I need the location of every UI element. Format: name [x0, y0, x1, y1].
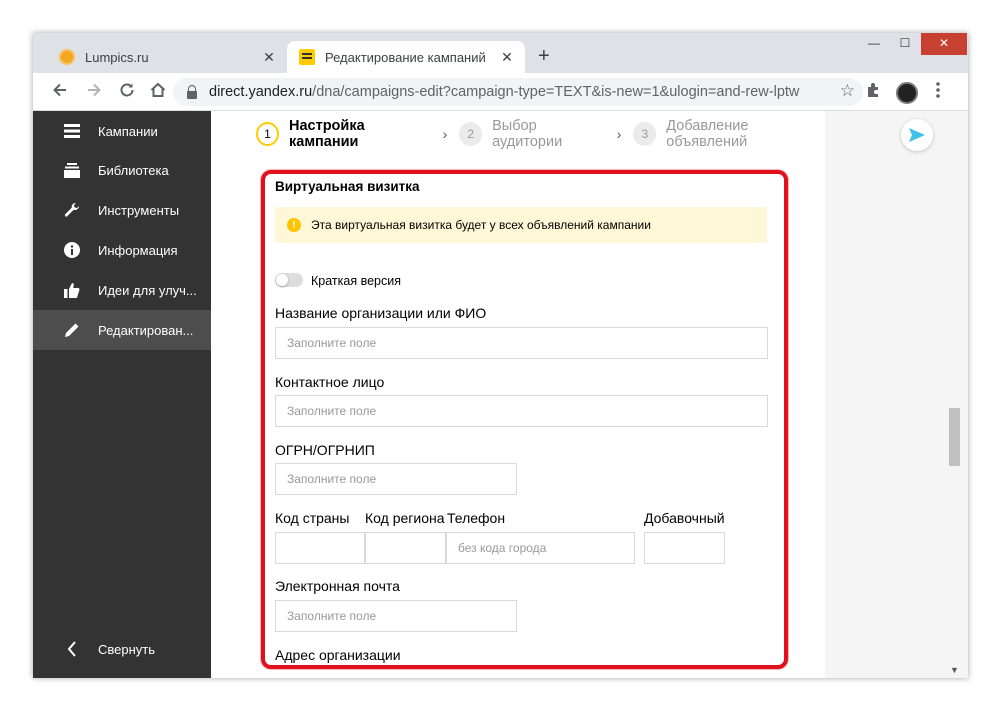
send-icon	[909, 128, 925, 142]
email-input[interactable]	[275, 600, 517, 632]
country-code-label: Код страны	[275, 510, 350, 526]
home-icon[interactable]	[149, 81, 167, 104]
collapse-label: Свернуть	[98, 641, 156, 657]
url-host: direct.yandex.ru	[209, 84, 313, 100]
org-name-input[interactable]	[275, 327, 768, 359]
forward-arrow-icon[interactable]	[85, 81, 103, 104]
library-icon	[63, 161, 81, 179]
scrollbar-thumb[interactable]	[949, 408, 960, 466]
step-1-label[interactable]: Настройка кампании	[289, 118, 431, 150]
address-bar[interactable]: direct.yandex.ru /dna/campaigns-edit?cam…	[173, 78, 863, 106]
step-3-number: 3	[633, 122, 657, 146]
close-tab-icon[interactable]: ✕	[259, 49, 279, 66]
sidebar-collapse-button[interactable]: Свернуть	[33, 629, 211, 669]
yandex-direct-favicon-icon	[299, 49, 315, 65]
tab-title: Lumpics.ru	[85, 49, 149, 65]
browser-window: Lumpics.ru ✕ Редактирование кампаний ✕ +…	[33, 33, 968, 678]
section-title: Виртуальная визитка	[275, 179, 420, 194]
pencil-icon	[63, 321, 81, 339]
phone-label: Телефон	[447, 510, 506, 526]
short-version-label: Краткая версия	[311, 274, 401, 288]
minimize-button[interactable]: —	[859, 33, 889, 55]
region-code-input[interactable]	[365, 532, 446, 564]
sidebar-item-campaigns[interactable]: Кампании	[33, 111, 211, 151]
step-1-number: 1	[256, 122, 279, 146]
profile-avatar[interactable]	[896, 82, 918, 104]
reload-icon[interactable]	[118, 81, 136, 104]
stepper: 1 Настройка кампании › 2 Выбор аудитории…	[211, 111, 825, 157]
sidebar-item-ideas[interactable]: Идеи для улуч...	[33, 270, 211, 310]
extension-input[interactable]	[644, 532, 725, 564]
chevron-right-icon: ›	[442, 126, 448, 142]
lock-icon	[187, 85, 197, 99]
extension-label: Добавочный	[644, 510, 725, 526]
sidebar-item-edit[interactable]: Редактирован...	[33, 310, 211, 350]
notice-text: Эта виртуальная визитка будет у всех объ…	[311, 218, 651, 232]
step-3-label[interactable]: Добавление объявлений	[666, 118, 825, 150]
phone-input[interactable]	[446, 532, 635, 564]
warning-icon: !	[287, 218, 301, 232]
contact-person-input[interactable]	[275, 395, 768, 427]
country-code-input[interactable]	[275, 532, 365, 564]
sidebar-item-library[interactable]: Библиотека	[33, 150, 211, 190]
tab-direct[interactable]: Редактирование кампаний ✕	[287, 41, 525, 73]
address-label: Адрес организации	[275, 647, 401, 663]
region-code-label: Код региона	[365, 510, 445, 526]
thumbs-up-icon	[63, 281, 81, 299]
sidebar-item-label: Библиотека	[98, 162, 169, 178]
back-arrow-icon[interactable]	[51, 81, 69, 104]
scroll-down-arrow-icon[interactable]: ▼	[950, 665, 959, 675]
maximize-button[interactable]: ☐	[890, 33, 920, 55]
campaigns-icon	[63, 122, 81, 140]
tab-title: Редактирование кампаний	[325, 49, 486, 65]
chevron-left-icon	[63, 640, 81, 658]
email-label: Электронная почта	[275, 578, 400, 594]
extensions-puzzle-icon[interactable]	[865, 81, 883, 104]
sidebar-item-label: Кампании	[98, 123, 158, 139]
new-tab-button[interactable]: +	[538, 45, 550, 68]
sidebar-item-info[interactable]: Информация	[33, 230, 211, 270]
contact-person-label: Контактное лицо	[275, 374, 385, 390]
sidebar-item-tools[interactable]: Инструменты	[33, 190, 211, 230]
sidebar-item-label: Редактирован...	[98, 322, 194, 338]
tab-lumpics[interactable]: Lumpics.ru ✕	[49, 41, 287, 73]
lumpics-favicon-icon	[59, 49, 75, 65]
sidebar-item-label: Информация	[98, 242, 178, 258]
org-name-label: Название организации или ФИО	[275, 305, 487, 321]
ogrn-input[interactable]	[275, 463, 517, 495]
sidebar: Кампании Библиотека Инструменты Информац…	[33, 111, 211, 678]
scrollbar[interactable]: ▼	[941, 111, 968, 678]
bookmark-star-icon[interactable]: ☆	[840, 81, 855, 101]
send-feedback-button[interactable]	[901, 119, 933, 151]
sidebar-item-label: Инструменты	[98, 202, 180, 218]
step-2-label[interactable]: Выбор аудитории	[492, 118, 605, 150]
browser-toolbar: direct.yandex.ru /dna/campaigns-edit?cam…	[33, 73, 968, 111]
sidebar-item-label: Идеи для улуч...	[98, 282, 197, 298]
menu-kebab-icon[interactable]	[935, 81, 941, 104]
url-path: /dna/campaigns-edit?campaign-type=TEXT&i…	[312, 84, 800, 100]
title-bar: Lumpics.ru ✕ Редактирование кампаний ✕ +…	[33, 33, 968, 73]
info-icon	[63, 241, 81, 259]
chevron-right-icon: ›	[616, 126, 622, 142]
close-tab-icon[interactable]: ✕	[497, 49, 517, 66]
wrench-icon	[63, 201, 81, 219]
close-window-button[interactable]: ✕	[921, 33, 967, 55]
short-version-toggle[interactable]	[275, 273, 303, 287]
step-2-number: 2	[459, 122, 483, 146]
ogrn-label: ОГРН/ОГРНИП	[275, 442, 375, 458]
info-notice: ! Эта виртуальная визитка будет у всех о…	[275, 207, 767, 243]
